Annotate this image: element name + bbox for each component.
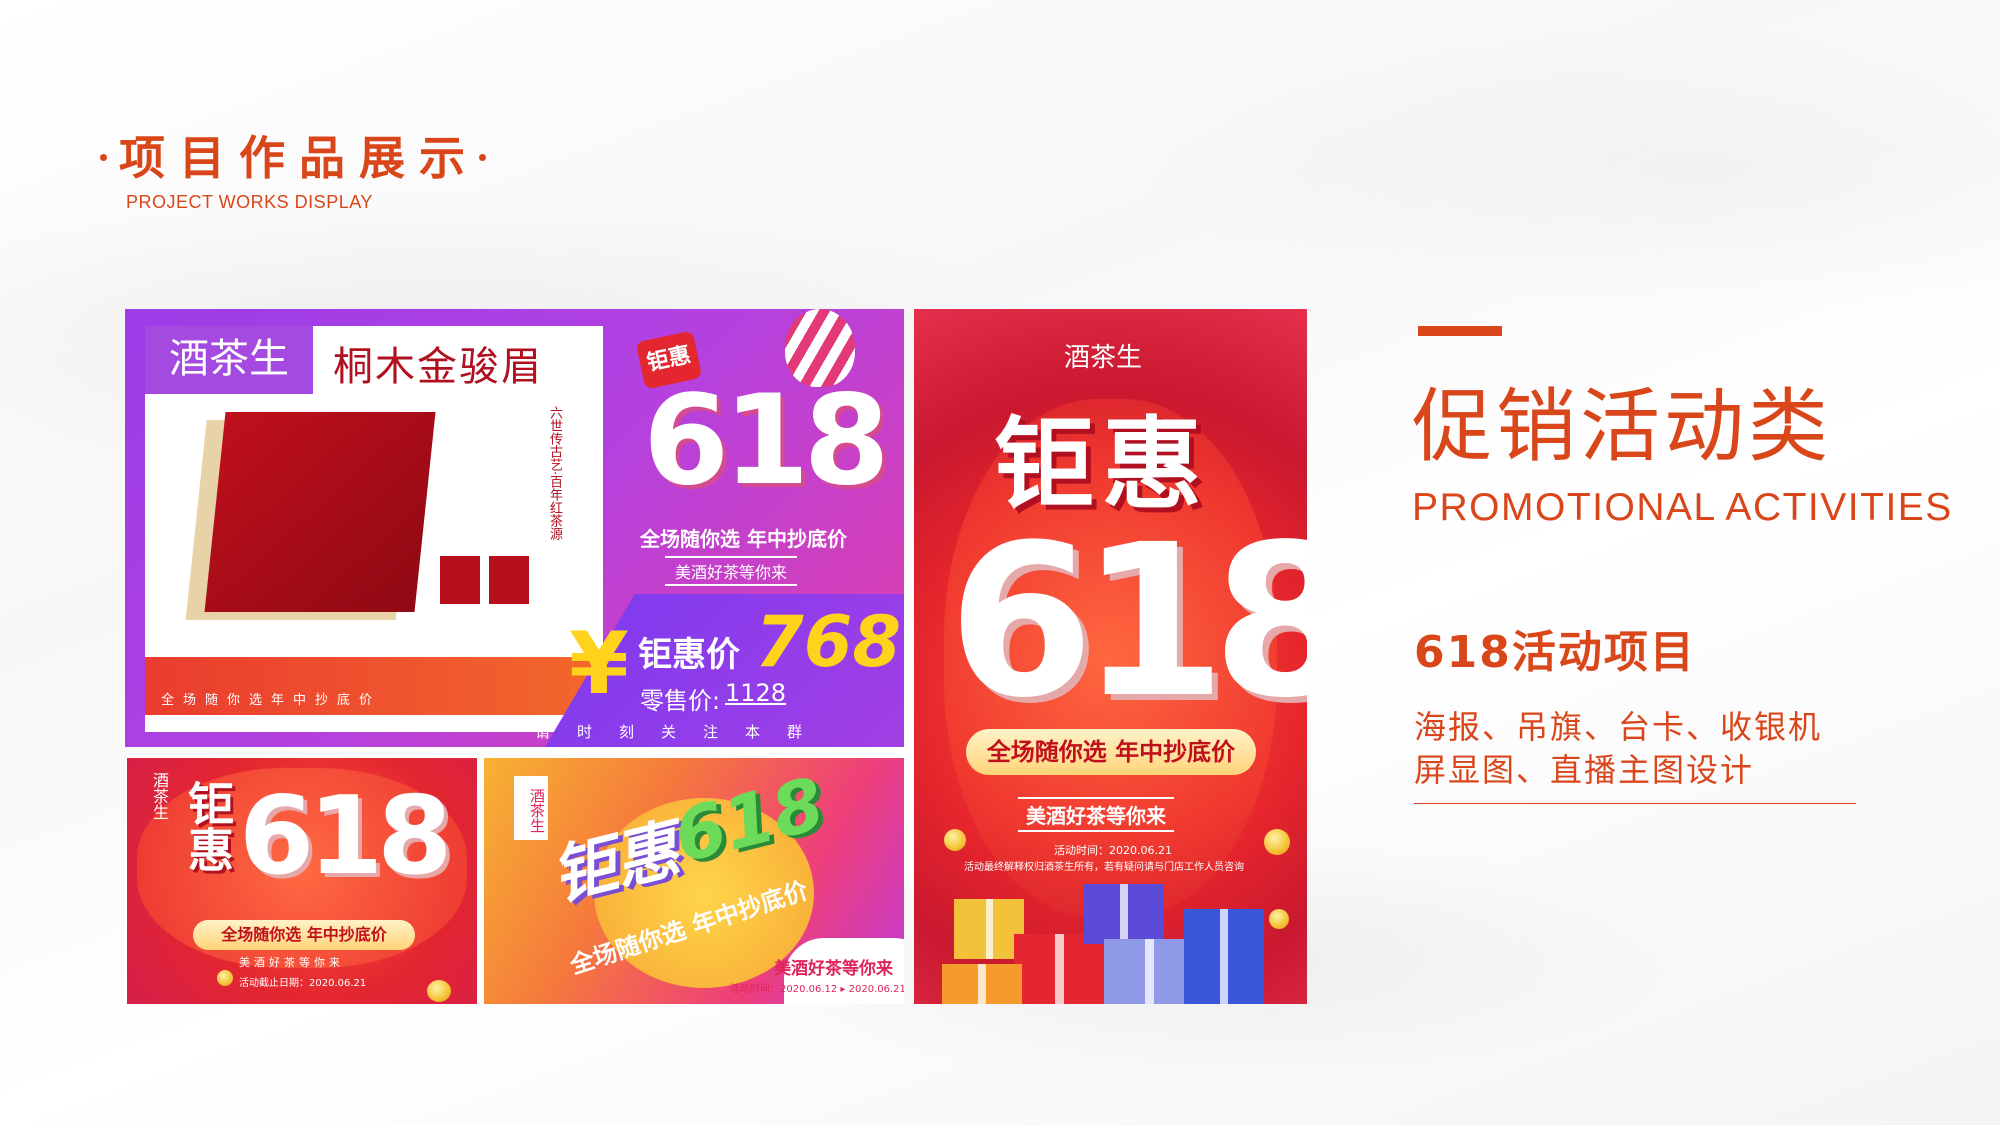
coin-icon (1269, 909, 1289, 929)
vertical-copy: 六世传古艺·百年红茶源 (547, 406, 562, 541)
page-title-text: 项目作品展示 (119, 131, 479, 185)
retail-price: 1128 (725, 679, 787, 707)
promo-number: 618 (239, 774, 452, 899)
promo-slogan: 全场随你选 年中抄底价 (193, 920, 415, 950)
divider (1414, 803, 1856, 804)
title-dot-right (479, 154, 486, 161)
main-banner-image: 酒茶生 桐木金骏眉 六世传古艺·百年红茶源 全场随你选年中抄底价 钜惠 618 … (125, 309, 904, 747)
event-date: 活动时间：2020.06.21 (1054, 844, 1172, 857)
follow-notice: 请时刻关注本群 (535, 723, 830, 741)
small-banner-red-image: 酒茶生 钜惠 618 全场随你选 年中抄底价 美酒好茶等你来 活动截止日期：20… (127, 758, 477, 1004)
tea-can-illustration (440, 556, 480, 604)
gift-box-icon (1184, 909, 1264, 1004)
accent-bar (1418, 326, 1502, 336)
category-title: 促销活动类 (1412, 380, 1832, 473)
coin-icon (944, 829, 966, 851)
project-description: 海报、吊旗、台卡、收银机 屏显图、直播主图设计 (1414, 706, 1822, 792)
brand-logo: 酒茶生 (1064, 343, 1143, 373)
promo-slogan: 全场随你选 年中抄底价 (966, 729, 1256, 775)
promo-tagline: 美酒好茶等你来 (1018, 797, 1174, 832)
price-label: 钜惠价 (638, 635, 740, 675)
coin-icon (1264, 829, 1290, 855)
event-note: 活动最终解释权归酒茶生所有，若有疑问请与门店工作人员咨询 (964, 862, 1244, 873)
promo-tagline: 美酒好茶等你来 (665, 556, 798, 586)
yen-icon: ¥ (569, 614, 629, 714)
project-title: 618活动项目 (1414, 627, 1696, 678)
promo-tagline: 美酒好茶等你来 (774, 959, 893, 979)
brand-logo: 酒茶生 (145, 326, 313, 394)
page-title: 项目作品展示 (100, 122, 498, 188)
promo-number: 618 (643, 369, 890, 513)
vertical-poster-image: 酒茶生 钜惠 618 全场随你选 年中抄底价 美酒好茶等你来 活动时间：2020… (914, 309, 1307, 1004)
strip-text: 全场随你选年中抄底价 (161, 693, 382, 708)
event-date: 活动截止日期：2020.06.21 (239, 978, 367, 989)
small-banner-colorful-image: 酒茶生 钜惠 618 全场随你选 年中抄底价 美酒好茶等你来 活动时间：2020… (484, 758, 904, 1004)
tea-can-illustration (489, 556, 529, 604)
category-title-en: PROMOTIONAL ACTIVITIES (1412, 486, 1953, 529)
headline: 钜惠 (181, 780, 235, 872)
gift-box-icon (1084, 884, 1164, 944)
gift-box-icon (1014, 934, 1104, 1004)
promo-price: 768 (755, 601, 902, 683)
retail-label: 零售价: (640, 687, 721, 715)
event-date: 活动时间：2020.06.12 ▸ 2020.06.21 (730, 984, 904, 995)
promo-tagline: 美酒好茶等你来 (239, 956, 344, 969)
gift-box-icon (1104, 939, 1194, 1004)
promo-slogan: 全场随你选 年中抄底价 (640, 527, 847, 551)
coin-icon (427, 980, 451, 1002)
title-dot-left (100, 154, 107, 161)
promo-number: 618 (948, 499, 1307, 744)
product-name: 桐木金骏眉 (333, 344, 543, 390)
brand-logo: 酒茶生 (150, 772, 169, 820)
page-subtitle: PROJECT WORKS DISPLAY (126, 192, 373, 212)
coin-icon (217, 970, 233, 986)
description-line: 海报、吊旗、台卡、收银机 (1414, 708, 1823, 746)
description-line: 屏显图、直播主图设计 (1414, 751, 1755, 789)
gift-box-illustration (204, 412, 436, 612)
gift-box-icon (942, 964, 1022, 1004)
